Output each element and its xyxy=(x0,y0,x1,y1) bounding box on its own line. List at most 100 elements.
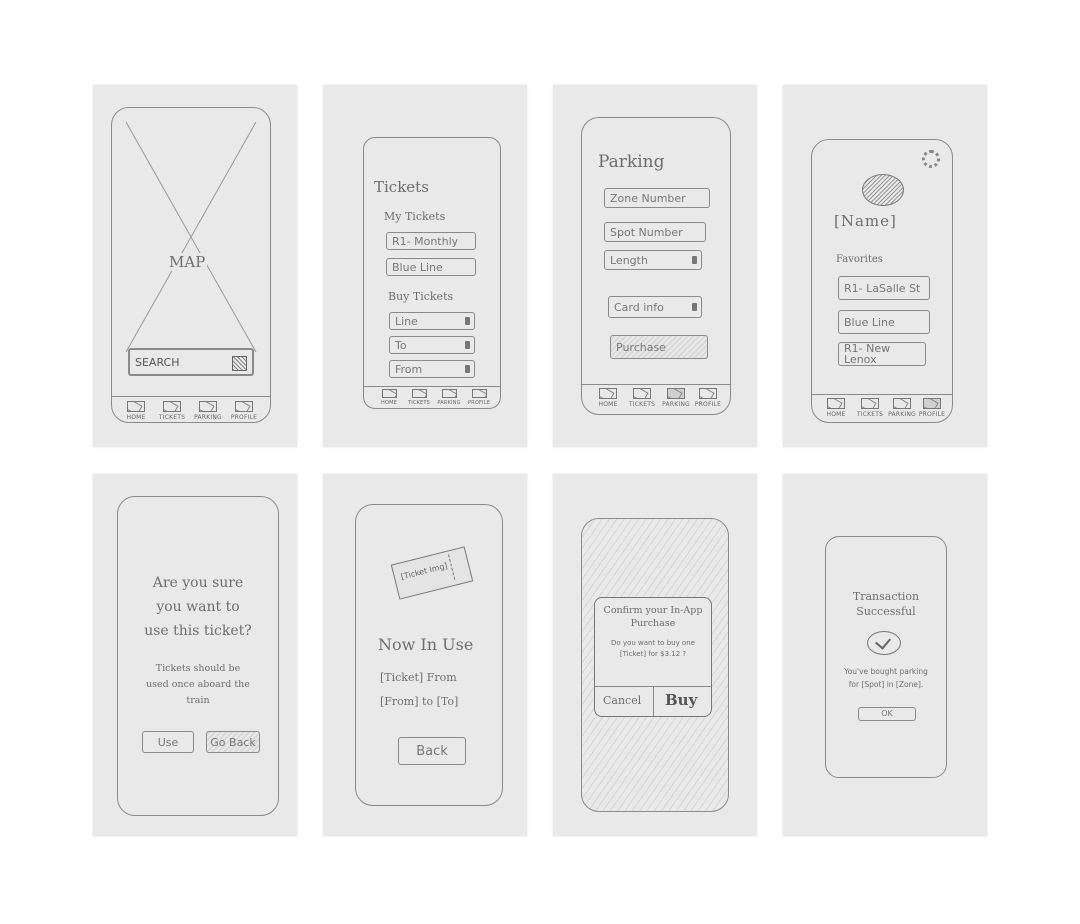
bottom-nav: HOME TICKETS PARKING PROFILE xyxy=(582,384,730,413)
nav-home[interactable]: HOME xyxy=(590,388,626,408)
confirm-note: Tickets should be used once aboard the t… xyxy=(146,663,250,706)
bottom-nav: HOME TICKETS PARKING PROFILE xyxy=(364,386,500,409)
nav-tickets[interactable]: TICKETS xyxy=(624,388,660,408)
transaction-title: Transaction Successful xyxy=(852,590,920,618)
my-ticket-item[interactable]: Blue Line xyxy=(386,258,476,276)
page-title: Parking xyxy=(598,152,665,172)
dialog-body: Do you want to buy one [Ticket] for $3.1… xyxy=(611,639,695,658)
phone-frame: Tickets My Tickets R1- Monthly Blue Line… xyxy=(363,137,501,409)
home-icon xyxy=(127,401,145,412)
nav-profile[interactable]: PROFILE xyxy=(914,398,950,418)
search-placeholder: SEARCH xyxy=(135,355,180,369)
nav-tickets[interactable]: TICKETS xyxy=(154,401,190,421)
map-label: MAP xyxy=(167,253,208,271)
sketch-in-app-purchase-screen: Confirm your In-App Purchase Do you want… xyxy=(553,474,757,836)
sketch-profile-screen: [Name] Favorites R1- LaSalle St Blue Lin… xyxy=(783,85,987,447)
page-title: Tickets xyxy=(374,178,429,196)
sketch-now-in-use-screen: [Ticket Img] Now In Use [Ticket] From [F… xyxy=(323,474,527,836)
nav-tickets[interactable]: TICKETS xyxy=(404,389,434,406)
tickets-icon xyxy=(163,401,181,412)
dialog-title: Confirm your In-App Purchase xyxy=(603,605,703,629)
profile-icon xyxy=(471,389,487,398)
phone-frame: MAP SEARCH HOME TICKETS PARKING PROFILE xyxy=(111,107,271,423)
cancel-button[interactable]: Cancel xyxy=(603,694,641,707)
favorite-item[interactable]: R1- New Lenox xyxy=(838,342,926,366)
parking-icon xyxy=(199,401,217,412)
my-ticket-item[interactable]: R1- Monthly xyxy=(386,232,476,250)
from-to-line: [From] to [To] xyxy=(380,695,459,708)
confirm-question: Are you sure you want to use this ticket… xyxy=(144,575,252,639)
spot-number-field[interactable]: Spot Number xyxy=(604,222,706,242)
profile-icon xyxy=(699,388,717,399)
now-in-use-heading: Now In Use xyxy=(378,635,474,654)
favorite-item[interactable]: Blue Line xyxy=(838,310,930,334)
to-dropdown[interactable]: To xyxy=(389,336,475,354)
ticket-from-line: [Ticket] From xyxy=(380,671,457,684)
phone-frame: Confirm your In-App Purchase Do you want… xyxy=(581,518,729,812)
sketch-map-screen: MAP SEARCH HOME TICKETS PARKING PROFILE xyxy=(93,85,297,447)
gear-icon[interactable] xyxy=(922,150,940,168)
my-tickets-heading: My Tickets xyxy=(384,210,446,223)
parking-icon xyxy=(441,389,457,398)
phone-frame: [Name] Favorites R1- LaSalle St Blue Lin… xyxy=(811,139,953,423)
line-dropdown[interactable]: Line xyxy=(389,312,475,330)
phone-frame: Parking Zone Number Spot Number Length C… xyxy=(581,117,731,415)
chevron-down-icon xyxy=(692,256,697,264)
parking-icon xyxy=(667,388,685,399)
profile-icon xyxy=(923,398,941,409)
sketch-confirm-use-screen: Are you sure you want to use this ticket… xyxy=(93,474,297,836)
nav-parking[interactable]: PARKING xyxy=(658,388,694,408)
profile-name: [Name] xyxy=(834,212,897,230)
phone-frame: Transaction Successful You've bought par… xyxy=(825,536,947,778)
buy-button[interactable]: Buy xyxy=(665,691,697,709)
purchase-button[interactable]: Purchase xyxy=(610,335,708,359)
from-dropdown[interactable]: From xyxy=(389,360,475,378)
nav-parking[interactable]: PARKING xyxy=(434,389,464,406)
back-button[interactable]: Back xyxy=(398,737,466,765)
avatar xyxy=(862,174,904,206)
nav-parking[interactable]: PARKING xyxy=(190,401,226,421)
chevron-down-icon xyxy=(692,303,697,311)
search-icon[interactable] xyxy=(232,356,247,371)
buy-tickets-heading: Buy Tickets xyxy=(388,290,454,303)
ticket-image: [Ticket Img] xyxy=(390,546,474,600)
nav-home[interactable]: HOME xyxy=(374,389,404,406)
parking-icon xyxy=(893,398,911,409)
sketch-tickets-screen: Tickets My Tickets R1- Monthly Blue Line… xyxy=(323,85,527,447)
phone-frame: [Ticket Img] Now In Use [Ticket] From [F… xyxy=(355,504,503,806)
chevron-down-icon xyxy=(465,365,470,373)
card-info-dropdown[interactable]: Card info xyxy=(608,296,702,318)
checkmark-icon xyxy=(867,631,901,655)
nav-tickets[interactable]: TICKETS xyxy=(852,398,888,418)
nav-home[interactable]: HOME xyxy=(118,401,154,421)
profile-icon xyxy=(235,401,253,412)
phone-frame: Are you sure you want to use this ticket… xyxy=(117,496,279,816)
use-button[interactable]: Use xyxy=(142,731,194,753)
tickets-icon xyxy=(411,389,427,398)
tickets-icon xyxy=(861,398,879,409)
ok-button[interactable]: OK xyxy=(858,707,916,721)
bottom-nav: HOME TICKETS PARKING PROFILE xyxy=(112,396,270,423)
ticket-label: [Ticket Img] xyxy=(399,561,449,582)
length-dropdown[interactable]: Length xyxy=(604,250,702,270)
home-icon xyxy=(827,398,845,409)
nav-home[interactable]: HOME xyxy=(818,398,854,418)
zone-number-field[interactable]: Zone Number xyxy=(604,188,710,208)
home-icon xyxy=(599,388,617,399)
bottom-nav: HOME TICKETS PARKING PROFILE xyxy=(812,394,952,421)
sketch-transaction-screen: Transaction Successful You've bought par… xyxy=(783,474,987,836)
favorites-heading: Favorites xyxy=(836,254,883,265)
nav-profile[interactable]: PROFILE xyxy=(464,389,494,406)
search-input[interactable]: SEARCH xyxy=(128,348,254,376)
ticket-stub-icon xyxy=(448,552,464,580)
nav-profile[interactable]: PROFILE xyxy=(690,388,726,408)
home-icon xyxy=(381,389,397,398)
button-separator xyxy=(653,686,654,716)
chevron-down-icon xyxy=(465,341,470,349)
sketch-parking-screen: Parking Zone Number Spot Number Length C… xyxy=(553,85,757,447)
transaction-message: You've bought parking for [Spot] in [Zon… xyxy=(844,667,928,689)
go-back-button[interactable]: Go Back xyxy=(206,731,260,753)
purchase-dialog: Confirm your In-App Purchase Do you want… xyxy=(594,597,712,717)
favorite-item[interactable]: R1- LaSalle St xyxy=(838,276,930,300)
nav-profile[interactable]: PROFILE xyxy=(226,401,262,421)
